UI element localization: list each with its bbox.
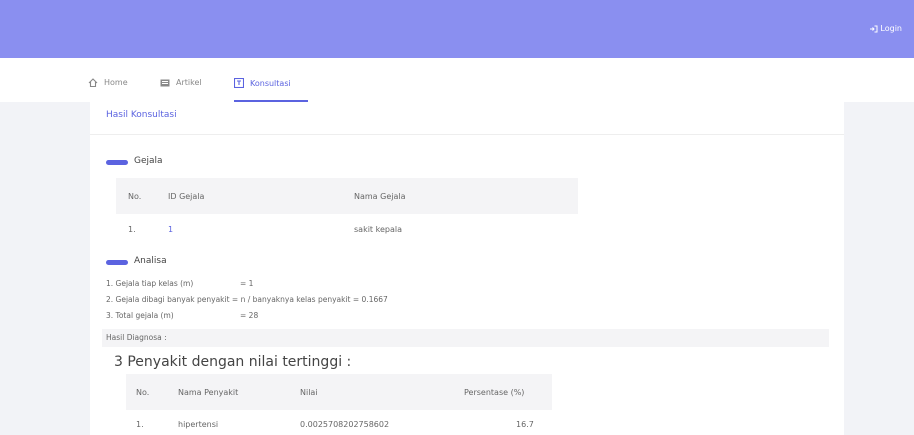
card-divider xyxy=(90,134,844,135)
consult-icon xyxy=(234,78,244,88)
analisa-line-1-value: = 1 xyxy=(240,279,254,288)
newspaper-icon xyxy=(160,79,170,86)
penyakit-header-no: No. xyxy=(136,388,150,397)
hasil-diagnosa-bar xyxy=(102,329,829,347)
analisa-line-2-label: 2. Gejala dibagi banyak penyakit = n / b… xyxy=(106,295,388,304)
card-title: Hasil Konsultasi xyxy=(106,110,177,120)
analisa-line-3-label: 3. Total gejala (m) xyxy=(106,311,174,320)
nav-home-label: Home xyxy=(104,78,128,87)
home-icon xyxy=(88,78,98,87)
analisa-line-3-value: = 28 xyxy=(240,311,259,320)
gejala-row-id: 1 xyxy=(168,225,174,234)
nav-konsultasi[interactable]: Konsultasi xyxy=(234,78,291,88)
penyakit-row-nilai: 0.0025708202758602 xyxy=(300,420,390,429)
gejala-header-id: ID Gejala xyxy=(168,192,205,201)
penyakit-row-persen: 16.7 xyxy=(516,420,534,429)
penyakit-row-no: 1. xyxy=(136,420,144,429)
nav-konsultasi-label: Konsultasi xyxy=(250,78,291,88)
gejala-row-nama: sakit kepala xyxy=(354,225,402,234)
penyakit-header-nama: Nama Penyakit xyxy=(178,388,239,397)
gejala-header-no: No. xyxy=(128,192,142,201)
nav-bar: Home Artikel Konsultasi xyxy=(0,58,914,102)
penyakit-header-persen: Persentase (%) xyxy=(464,388,525,397)
analisa-marker xyxy=(106,260,128,265)
nav-home[interactable]: Home xyxy=(88,78,128,87)
analisa-line-1-label: 1. Gejala tiap kelas (m) xyxy=(106,279,194,288)
penyakit-title: 3 Penyakit dengan nilai tertinggi : xyxy=(114,354,352,370)
login-link[interactable]: Login xyxy=(869,24,902,33)
gejala-title: Gejala xyxy=(134,156,163,166)
gejala-marker xyxy=(106,160,128,165)
nav-artikel-label: Artikel xyxy=(176,78,202,87)
gejala-row-no: 1. xyxy=(128,225,136,234)
penyakit-header-nilai: Nilai xyxy=(300,388,318,397)
top-bar: Login xyxy=(0,0,914,58)
penyakit-row-nama: hipertensi xyxy=(178,420,219,429)
nav-artikel[interactable]: Artikel xyxy=(160,78,202,87)
hasil-diagnosa-label: Hasil Diagnosa : xyxy=(106,333,167,342)
result-card: Hasil Konsultasi Gejala No. ID Gejala Na… xyxy=(90,102,844,435)
login-icon xyxy=(870,25,878,32)
gejala-header-nama: Nama Gejala xyxy=(354,192,406,201)
analisa-title: Analisa xyxy=(134,256,167,266)
login-label: Login xyxy=(880,24,902,33)
